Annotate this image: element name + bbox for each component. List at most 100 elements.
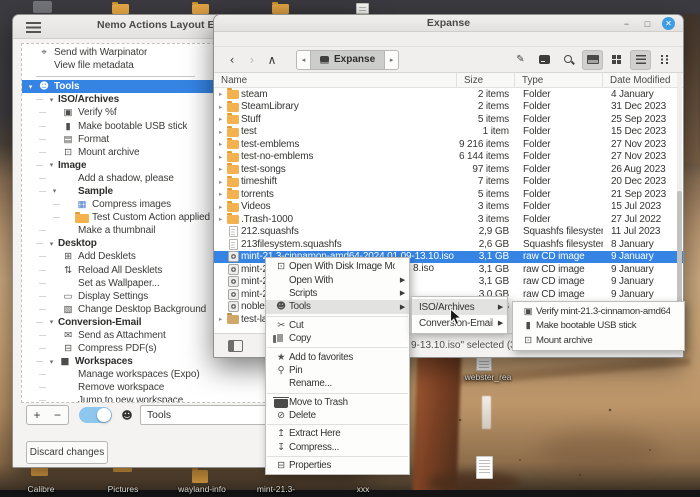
context-menu-item[interactable]: Properties ▶ xyxy=(266,459,409,472)
row-expander-icon[interactable]: ▸ xyxy=(214,153,225,161)
close-button[interactable]: ✕ xyxy=(662,17,675,30)
context-menu-item[interactable]: Scripts ▶ xyxy=(266,287,409,300)
context-menu-item[interactable]: Extract Here ▶ xyxy=(266,427,409,440)
enabled-toggle[interactable] xyxy=(79,407,112,423)
smiley-icon[interactable]: ☻ xyxy=(117,405,137,425)
expanse-titlebar[interactable]: Expanse − □ ✕ xyxy=(214,15,683,32)
context-menu-item[interactable]: Open With Disk Image Mounter2 ▶ xyxy=(266,260,409,273)
folder-icon xyxy=(227,103,239,112)
desktop-app-icon[interactable] xyxy=(33,1,52,13)
expanse-window-title: Expanse xyxy=(427,17,470,29)
expander-icon[interactable]: ▾ xyxy=(45,240,58,248)
column-header[interactable]: Size ▾ xyxy=(457,73,515,87)
context-menu-item[interactable]: Pin ▶ xyxy=(266,364,409,377)
row-expander-icon[interactable]: ▸ xyxy=(214,178,225,186)
row-expander-icon[interactable]: ▸ xyxy=(214,140,225,148)
desktop-label-webster[interactable]: webster_rea xyxy=(465,372,512,382)
context-menu-item[interactable]: Add to favorites ▶ xyxy=(266,350,409,363)
minimize-button[interactable]: − xyxy=(620,17,633,30)
add-row-button[interactable]: + xyxy=(26,405,48,425)
row-expander-icon[interactable]: ▸ xyxy=(214,90,225,98)
breadcrumb-expanse-button[interactable]: Expanse xyxy=(310,51,385,69)
file-row[interactable]: ▸ steam 2 items Folder 4 January xyxy=(214,88,683,101)
warpinator-icon xyxy=(37,47,51,59)
file-row[interactable]: ▸ SteamLibrary 2 items Folder 31 Dec 202… xyxy=(214,101,683,114)
desktop-file-webster-icon[interactable] xyxy=(476,357,492,371)
column-header[interactable]: Name ▾ xyxy=(214,73,457,87)
context-menu-item[interactable]: Compress... ▶ xyxy=(266,441,409,454)
desktop-label-wayland[interactable]: wayland-info xyxy=(178,484,226,494)
row-expander-icon[interactable]: ▸ xyxy=(214,103,225,111)
hamburger-menu-icon[interactable] xyxy=(26,22,41,33)
desktop-file-icon[interactable] xyxy=(476,456,493,479)
desktop-folder-icon[interactable] xyxy=(192,4,209,14)
toolbar-button[interactable] xyxy=(582,50,603,70)
desktop-folder-icon[interactable] xyxy=(192,470,208,483)
submenu-item[interactable]: Make bootable USB stick ▶ xyxy=(513,319,684,334)
file-row[interactable]: ▸ test-emblems 9 216 items Folder 27 Nov… xyxy=(214,138,683,151)
file-size: 2 items xyxy=(457,101,515,112)
context-menu-item[interactable]: Open With ▶ xyxy=(266,273,409,286)
row-expander-icon[interactable]: ▸ xyxy=(214,215,225,223)
expander-icon[interactable]: ▾ xyxy=(45,96,58,104)
expander-icon[interactable]: ▾ xyxy=(45,318,58,326)
toolbar-button[interactable] xyxy=(534,50,555,70)
file-row[interactable]: ▸ .Trash-1000 3 items Folder 27 Jul 2022 xyxy=(214,213,683,226)
desktop-file-icon[interactable] xyxy=(356,3,369,14)
context-menu-item[interactable]: Tools ▶ xyxy=(266,300,409,313)
file-row[interactable]: ▸ test 1 item Folder 15 Dec 2023 xyxy=(214,126,683,139)
context-menu-item[interactable]: Delete ▶ xyxy=(266,409,409,422)
breadcrumb-right-icon[interactable]: ▸ xyxy=(385,51,398,69)
submenu-item[interactable]: Mount archive ▶ xyxy=(513,333,684,348)
row-expander-icon[interactable]: ▸ xyxy=(214,128,225,136)
desktop-label-xxx[interactable]: xxx xyxy=(357,484,370,494)
desktop-label-pictures[interactable]: Pictures xyxy=(108,484,139,494)
context-menu-item[interactable]: Copy ▶ xyxy=(266,332,409,345)
context-menu-item[interactable]: Rename... ▶ xyxy=(266,377,409,390)
expander-icon[interactable]: ▾ xyxy=(45,161,58,169)
column-header[interactable]: Date Modified ▾ xyxy=(603,73,683,87)
scrollbar-thumb[interactable] xyxy=(677,191,682,311)
toolbar-button[interactable] xyxy=(558,50,579,70)
file-row[interactable]: ▸ test-no-emblems 6 144 items Folder 27 … xyxy=(214,151,683,164)
desktop-folder-icon[interactable] xyxy=(272,4,289,14)
row-expander-icon[interactable]: ▸ xyxy=(214,190,225,198)
discard-changes-button[interactable]: Discard changes xyxy=(26,441,108,464)
reload-icon xyxy=(61,264,75,276)
row-expander-icon[interactable]: ▸ xyxy=(214,203,225,211)
desktop-folder-icon[interactable] xyxy=(112,4,129,14)
expander-icon[interactable]: ▾ xyxy=(45,358,58,366)
file-row[interactable]: ▸ timeshift 7 items Folder 20 Dec 2023 xyxy=(214,176,683,189)
up-button[interactable]: ∧ xyxy=(262,50,282,70)
toolbar-button[interactable] xyxy=(606,50,627,70)
toolbar-button[interactable] xyxy=(654,50,675,70)
row-expander-icon[interactable]: ▸ xyxy=(214,315,225,323)
submenu-item[interactable]: Verify mint-21.3-cinnamon-amd64-2024.01.… xyxy=(513,304,684,319)
row-expander-icon[interactable]: ▸ xyxy=(214,165,225,173)
toolbar-button[interactable] xyxy=(630,50,651,70)
file-row[interactable]: ▸ Stuff 5 items Folder 25 Sep 2023 xyxy=(214,113,683,126)
row-expander-icon[interactable]: ▸ xyxy=(214,115,225,123)
file-row[interactable]: ▸ 212.squashfs 2,9 GB Squashfs filesyste… xyxy=(214,226,683,239)
expander-icon[interactable]: ▾ xyxy=(48,187,61,195)
sidebar-toggle-icon[interactable] xyxy=(228,340,243,352)
breadcrumb-left-icon[interactable]: ◂ xyxy=(297,51,310,69)
remove-row-button[interactable]: − xyxy=(47,405,69,425)
context-menu-item[interactable]: Move to Trash ▶ xyxy=(266,396,409,409)
expander-icon[interactable]: ▾ xyxy=(24,83,37,91)
column-header[interactable]: Type ▾ xyxy=(515,73,603,87)
file-row[interactable]: ▸ torrents 5 items Folder 21 Sep 2023 xyxy=(214,188,683,201)
toolbar-button[interactable] xyxy=(510,50,531,70)
desktop-label-mint[interactable]: mint-21.3- xyxy=(257,484,295,494)
maximize-button[interactable]: □ xyxy=(641,17,654,30)
desktop-label-calibre[interactable]: Calibre xyxy=(28,484,55,494)
file-row[interactable]: ▸ test-songs 97 items Folder 26 Aug 2023 xyxy=(214,163,683,176)
submenu-item[interactable]: ISO/Archives ▶ xyxy=(412,299,507,315)
context-menu-item[interactable]: Cut ▶ xyxy=(266,319,409,332)
forward-button[interactable]: › xyxy=(242,50,262,70)
submenu-item[interactable]: Conversion-Email ▶ xyxy=(412,315,507,331)
back-button[interactable]: ‹ xyxy=(222,50,242,70)
file-row[interactable]: ▸ 213filesystem.squashfs 2,6 GB Squashfs… xyxy=(214,238,683,251)
file-row[interactable]: ▸ Videos 3 items Folder 15 Jul 2023 xyxy=(214,201,683,214)
scrollbar[interactable] xyxy=(677,73,682,333)
